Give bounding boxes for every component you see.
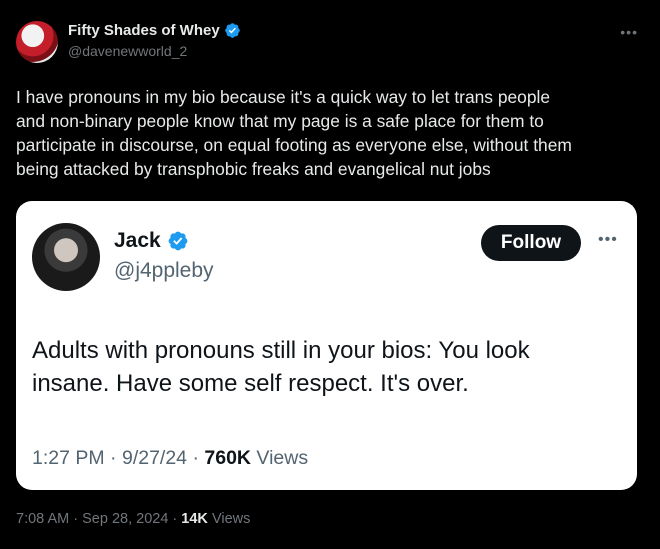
post-author-name[interactable]: Fifty Shades of Whey	[68, 22, 220, 39]
post-views-label: Views	[211, 511, 251, 527]
post-text-line: I have pronouns in my bio because it's a…	[16, 87, 551, 107]
meta-separator: ·	[110, 447, 117, 469]
quote-time[interactable]: 1:27 PM	[32, 447, 105, 469]
more-horizontal-icon[interactable]: •••	[620, 24, 638, 40]
post-avatar[interactable]	[16, 21, 58, 63]
quote-date[interactable]: 9/27/24	[122, 447, 187, 469]
follow-button[interactable]: Follow	[481, 225, 581, 261]
quote-views-count: 760K	[204, 447, 251, 469]
post-date[interactable]: Sep 28, 2024	[82, 511, 168, 527]
quote-author-name-row[interactable]: Jack	[114, 229, 214, 253]
post-header: Fifty Shades of Whey @davenewworld_2	[68, 22, 241, 59]
quoted-post-card[interactable]: Jack @j4ppleby Follow ••• Adults with pr…	[16, 201, 637, 490]
quote-author-name[interactable]: Jack	[114, 229, 161, 253]
post-author-handle[interactable]: @davenewworld_2	[68, 43, 241, 59]
meta-separator: ·	[192, 447, 199, 469]
more-horizontal-icon[interactable]: •••	[598, 231, 618, 249]
post-text-line: being attacked by transphobic freaks and…	[16, 159, 491, 179]
quote-header: Jack @j4ppleby	[114, 229, 214, 283]
post-meta: 7:08 AM · Sep 28, 2024 · 14K Views	[16, 511, 250, 527]
quote-meta: 1:27 PM · 9/27/24 · 760K Views	[32, 447, 308, 470]
quote-text: Adults with pronouns still in your bios:…	[32, 334, 622, 400]
post-text-line: participate in discourse, on equal footi…	[16, 135, 572, 155]
quote-text-line: insane. Have some self respect. It's ove…	[32, 370, 469, 397]
post-views-count: 14K	[181, 511, 208, 527]
quote-avatar[interactable]	[32, 223, 100, 291]
quote-author-handle[interactable]: @j4ppleby	[114, 259, 214, 283]
meta-separator: ·	[172, 511, 178, 527]
meta-separator: ·	[73, 511, 79, 527]
post-text-line: and non-binary people know that my page …	[16, 111, 544, 131]
post-time[interactable]: 7:08 AM	[16, 511, 69, 527]
post-author-name-row[interactable]: Fifty Shades of Whey	[68, 22, 241, 39]
quote-views-label: Views	[256, 447, 309, 469]
verified-badge-icon	[224, 23, 240, 38]
post-text: I have pronouns in my bio because it's a…	[16, 85, 644, 181]
verified-badge-icon	[168, 231, 188, 251]
quote-text-line: Adults with pronouns still in your bios:…	[32, 337, 530, 364]
